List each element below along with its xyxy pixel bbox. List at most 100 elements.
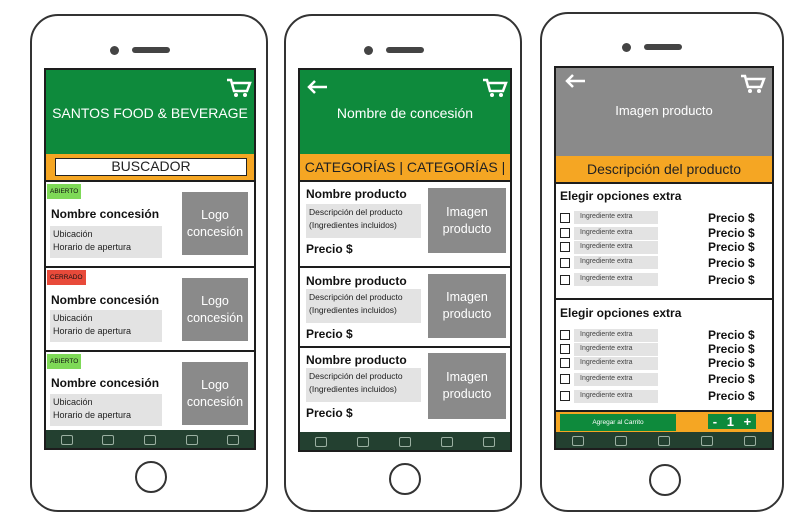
menu-icon[interactable] — [60, 435, 73, 445]
home-button[interactable] — [135, 461, 167, 493]
option-price: Precio $ — [708, 356, 755, 370]
concession-card[interactable]: ABIERTO Nombre concesión Ubicación Horar… — [46, 352, 254, 432]
fire-icon[interactable] — [143, 435, 156, 445]
option-price: Precio $ — [708, 211, 755, 225]
screen-concessions: SANTOS FOOD & BEVERAGE BUSCADOR ABIERTO … — [44, 68, 256, 450]
options-section: Elegir opciones extra Ingrediente extra … — [556, 184, 772, 300]
speaker-bar — [644, 44, 682, 50]
concession-logo: Logo concesión — [182, 192, 248, 255]
cart-icon[interactable] — [482, 78, 508, 98]
product-image: Imagen producto — [428, 353, 506, 419]
product-card[interactable]: Nombre producto Descripción del producto… — [300, 348, 510, 428]
fire-icon[interactable] — [657, 436, 670, 446]
quantity-stepper: - 1 + — [708, 414, 756, 429]
speaker-bar — [386, 47, 424, 53]
option-price: Precio $ — [708, 226, 755, 240]
product-description: Descripción del producto (Ingredientes i… — [306, 289, 421, 323]
cart-bar: Agregar al Carrito - 1 + — [556, 410, 772, 432]
search-band: BUSCADOR — [46, 154, 254, 182]
bottom-nav — [46, 430, 254, 448]
option-row[interactable]: Ingrediente extra Precio $ — [556, 372, 772, 387]
option-label: Ingrediente extra — [574, 256, 658, 269]
product-card[interactable]: Nombre producto Descripción del producto… — [300, 182, 510, 268]
option-checkbox[interactable] — [560, 242, 570, 252]
option-checkbox[interactable] — [560, 213, 570, 223]
concession-card[interactable]: CERRADO Nombre concesión Ubicación Horar… — [46, 268, 254, 352]
categories-band: CATEGORÍAS | CATEGORÍAS | — [300, 154, 510, 182]
home-button[interactable] — [649, 464, 681, 496]
product-price: Precio $ — [306, 327, 353, 341]
cart-icon[interactable] — [226, 78, 252, 98]
store-icon[interactable] — [744, 436, 757, 446]
status-badge: ABIERTO — [47, 184, 82, 199]
building-icon[interactable] — [701, 436, 714, 446]
menu-icon[interactable] — [571, 436, 584, 446]
option-label: Ingrediente extra — [574, 241, 658, 254]
option-price: Precio $ — [708, 273, 755, 287]
camera-dot — [622, 43, 631, 52]
categories-tabs[interactable]: CATEGORÍAS | CATEGORÍAS | — [300, 159, 510, 175]
option-row[interactable]: Ingrediente extra Precio $ — [556, 211, 772, 227]
option-checkbox[interactable] — [560, 391, 570, 401]
option-row[interactable]: Ingrediente extra Precio $ — [556, 356, 772, 371]
product-image: Imagen producto — [428, 274, 506, 338]
option-row[interactable]: Ingrediente extra Precio $ — [556, 240, 772, 257]
home-button[interactable] — [389, 463, 421, 495]
options-section: Elegir opciones extra Ingrediente extra … — [556, 300, 772, 410]
status-badge: ABIERTO — [47, 354, 82, 369]
option-checkbox[interactable] — [560, 330, 570, 340]
option-label: Ingrediente extra — [574, 211, 658, 224]
store-icon[interactable] — [483, 437, 495, 447]
product-card[interactable]: Nombre producto Descripción del producto… — [300, 268, 510, 348]
option-label: Ingrediente extra — [574, 227, 658, 240]
building-icon[interactable] — [441, 437, 453, 447]
hours-text: Horario de apertura — [53, 326, 132, 336]
section-title: Elegir opciones extra — [560, 306, 682, 320]
product-price: Precio $ — [306, 406, 353, 420]
option-checkbox[interactable] — [560, 374, 570, 384]
product-image: Imagen producto — [428, 188, 506, 253]
option-row[interactable]: Ingrediente extra Precio $ — [556, 256, 772, 272]
menu-icon[interactable] — [315, 437, 327, 447]
product-description: Descripción del producto (Ingredientes i… — [306, 204, 421, 238]
people-icon[interactable] — [614, 436, 627, 446]
camera-dot — [364, 46, 373, 55]
back-arrow-icon[interactable] — [306, 80, 328, 94]
hours-text: Horario de apertura — [53, 242, 132, 252]
location-text: Ubicación — [53, 229, 93, 239]
back-arrow-icon[interactable] — [564, 74, 586, 88]
status-badge: CERRADO — [47, 270, 86, 285]
concession-card[interactable]: ABIERTO Nombre concesión Ubicación Horar… — [46, 182, 254, 268]
fire-icon[interactable] — [399, 437, 411, 447]
option-row[interactable]: Ingrediente extra Precio $ — [556, 328, 772, 343]
decrement-button[interactable]: - — [713, 414, 717, 429]
app-header: Nombre de concesión — [300, 70, 510, 154]
page-title: SANTOS FOOD & BEVERAGE — [52, 105, 248, 121]
people-icon[interactable] — [102, 435, 115, 445]
location-text: Ubicación — [53, 397, 93, 407]
increment-button[interactable]: + — [744, 414, 752, 429]
phone-frame-product-detail: Imagen producto Descripción del producto… — [540, 12, 784, 512]
concession-name: Nombre concesión — [51, 207, 160, 221]
search-input[interactable]: BUSCADOR — [55, 158, 247, 176]
building-icon[interactable] — [185, 435, 198, 445]
option-checkbox[interactable] — [560, 344, 570, 354]
speaker-bar — [132, 47, 170, 53]
store-icon[interactable] — [227, 435, 240, 445]
option-checkbox[interactable] — [560, 228, 570, 238]
product-description: Descripción del producto (Ingredientes i… — [306, 368, 421, 402]
option-checkbox[interactable] — [560, 358, 570, 368]
add-to-cart-button[interactable]: Agregar al Carrito — [560, 414, 676, 431]
option-checkbox[interactable] — [560, 275, 570, 285]
option-row[interactable]: Ingrediente extra Precio $ — [556, 342, 772, 357]
option-price: Precio $ — [708, 389, 755, 403]
bottom-nav — [300, 432, 510, 450]
people-icon[interactable] — [357, 437, 369, 447]
option-checkbox[interactable] — [560, 258, 570, 268]
option-row[interactable]: Ingrediente extra Precio $ — [556, 273, 772, 289]
product-name: Nombre producto — [306, 187, 407, 201]
quantity-value: 1 — [726, 414, 734, 429]
cart-icon[interactable] — [740, 74, 766, 94]
option-row[interactable]: Ingrediente extra Precio $ — [556, 389, 772, 404]
concession-logo: Logo concesión — [182, 278, 248, 341]
